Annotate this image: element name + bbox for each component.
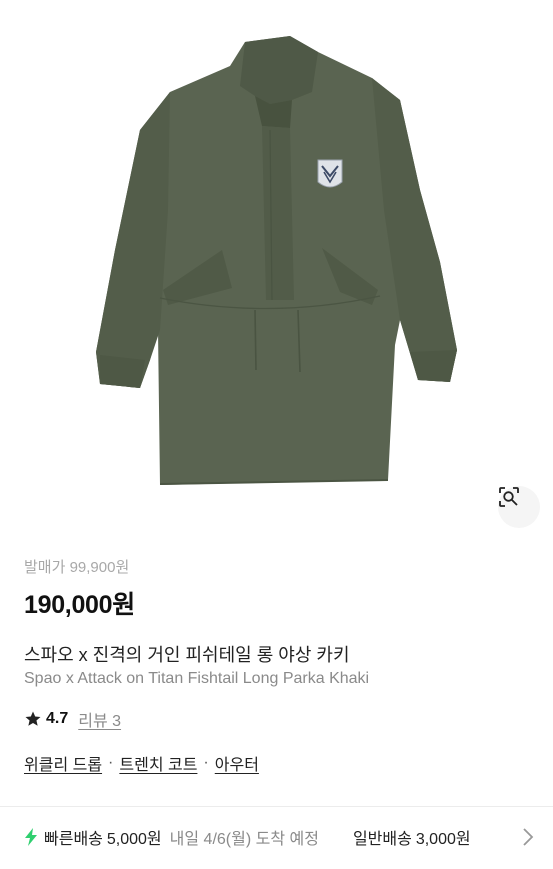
fast-delivery-label: 빠른배송 xyxy=(44,831,103,848)
rating-value: 4.7 xyxy=(46,710,69,727)
category-breadcrumb: 위클리 드롭 · 트렌치 코트 · 아우터 xyxy=(24,752,259,774)
category-link-weekly-drop[interactable]: 위클리 드롭 xyxy=(24,751,102,775)
category-separator: · xyxy=(108,754,114,771)
lightning-icon xyxy=(25,828,37,846)
lens-search-icon xyxy=(499,487,519,507)
rating-row: 4.7 리뷰 3 xyxy=(24,708,121,730)
product-title-korean: 스파오 x 진격의 거인 피쉬테일 롱 야상 카키 xyxy=(24,645,350,665)
delivery-eta: 내일 4/6(월) 도착 예정 xyxy=(169,831,319,848)
category-separator: · xyxy=(203,754,209,771)
wings-badge-icon xyxy=(317,159,343,188)
standard-delivery-label: 일반배송 xyxy=(352,831,412,848)
parka-image xyxy=(96,36,457,485)
fast-delivery-fee: 5,000원 xyxy=(106,831,162,848)
product-title-english: Spao x Attack on Titan Fishtail Long Par… xyxy=(24,670,370,687)
current-price: 190,000원 xyxy=(24,591,135,619)
image-search-button[interactable] xyxy=(498,486,540,528)
category-link-trench-coat[interactable]: 트렌치 코트 xyxy=(119,751,197,775)
standard-delivery-fee: 3,000원 xyxy=(415,831,471,848)
release-price: 발매가 99,900원 xyxy=(24,559,130,576)
reviews-link[interactable]: 리뷰 3 xyxy=(78,707,121,731)
chevron-right-icon[interactable] xyxy=(521,826,535,848)
section-divider xyxy=(0,806,553,807)
category-link-outer[interactable]: 아우터 xyxy=(215,751,259,775)
shipping-options[interactable]: 빠른배송 5,000원 내일 4/6(월) 도착 예정 일반배송 3,000원 xyxy=(24,824,553,850)
star-icon xyxy=(25,711,41,726)
product-image[interactable] xyxy=(0,0,553,540)
shipping-fade-overlay xyxy=(483,816,553,856)
